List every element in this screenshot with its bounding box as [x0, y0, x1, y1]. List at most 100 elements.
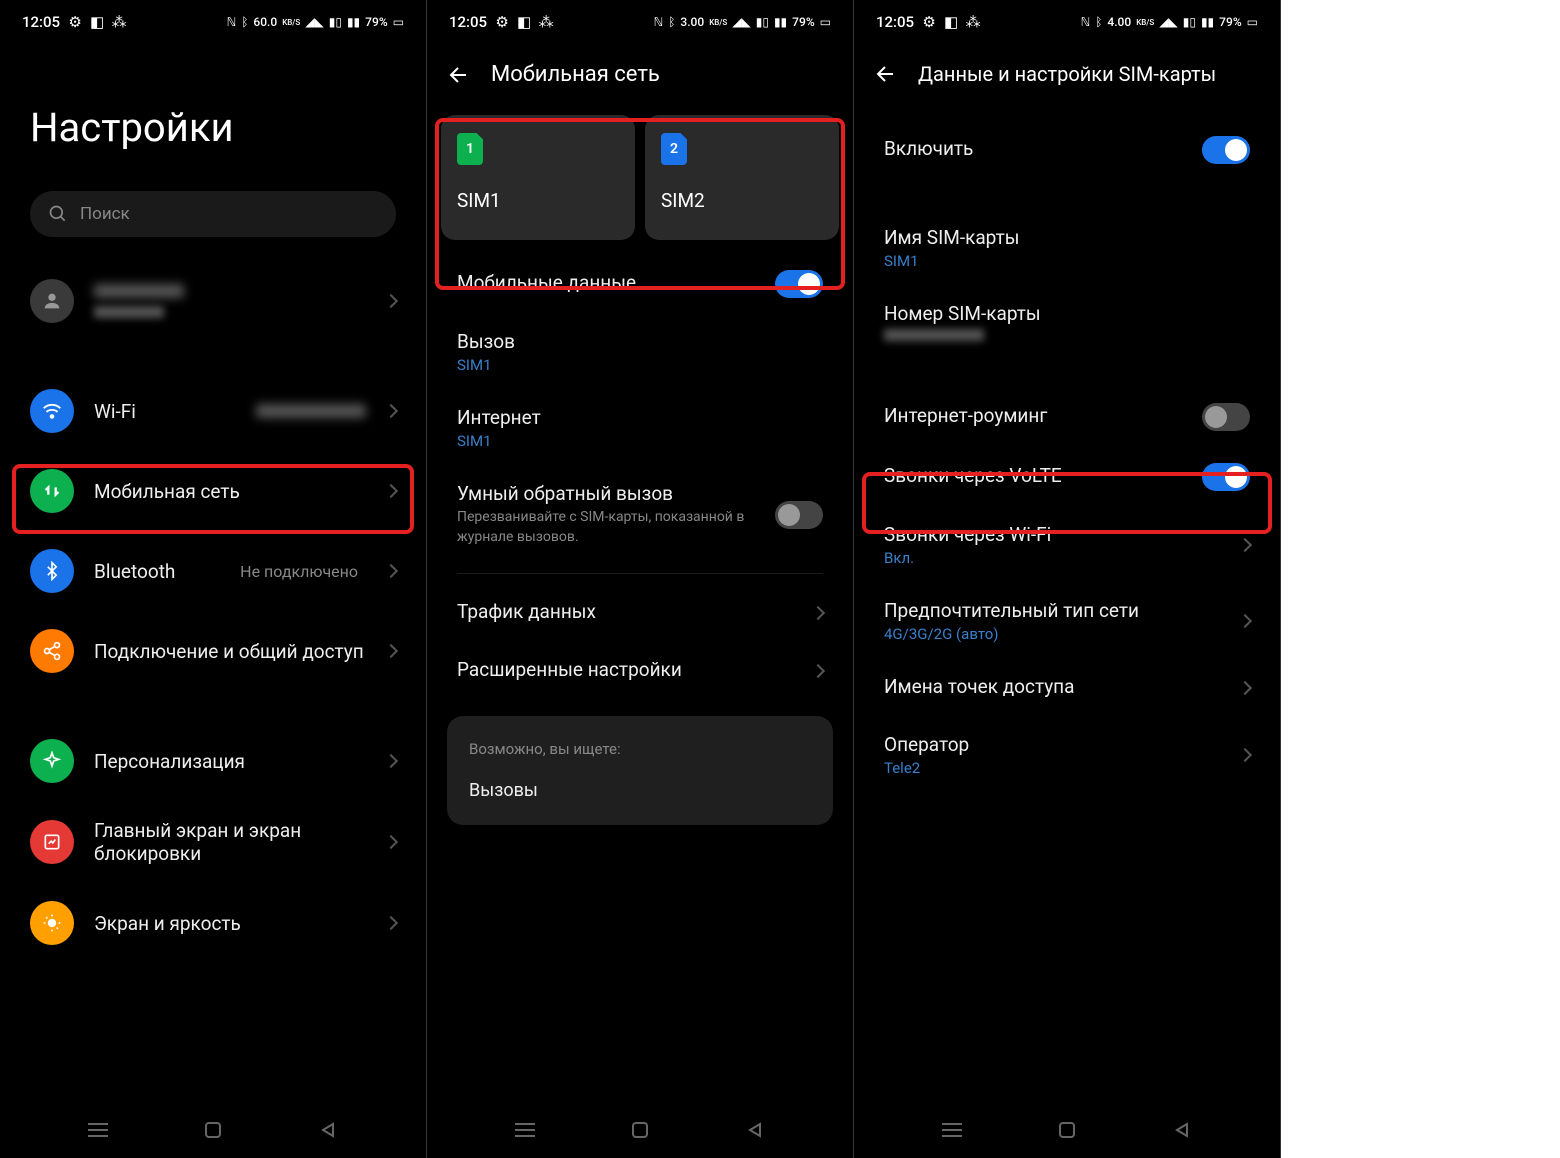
chevron-right-icon — [384, 835, 398, 849]
speed-value: 60.0 — [253, 15, 277, 29]
statusbar: 12:05 ⚙ ◧ ⁂ ℕ ᛒ 3.00 KB/S ◢◣ ▮▯ ▮▮ 79% ▭ — [427, 0, 853, 44]
chevron-right-icon — [384, 644, 398, 658]
search-placeholder: Поиск — [80, 204, 130, 224]
advanced-row[interactable]: Расширенные настройки — [427, 642, 853, 700]
home-label: Главный экран и экран блокировки — [94, 819, 366, 865]
personalization-row[interactable]: Персонализация — [0, 721, 426, 801]
account-row[interactable] — [0, 261, 426, 341]
mobile-data-row[interactable]: Мобильные данные — [427, 254, 853, 314]
network-type-label: Предпочтительный тип сети — [884, 599, 1224, 622]
navbar — [854, 1102, 1280, 1158]
sim-cards-row: 1 SIM1 2 SIM2 — [427, 115, 853, 240]
gear-icon: ⚙ — [495, 15, 509, 29]
sim-name-sub: SIM1 — [884, 252, 1250, 270]
brightness-icon — [30, 901, 74, 945]
traffic-row[interactable]: Трафик данных — [427, 584, 853, 642]
sim2-badge: 2 — [661, 133, 687, 165]
settings-screen: 12:05 ⚙ ◧ ⁂ ℕ ᛒ 60.0 KB/S ◢◣ ▮▯ ▮▮ 79% ▭… — [0, 0, 427, 1158]
volte-toggle[interactable] — [1202, 463, 1250, 491]
app-icon: ◧ — [517, 15, 531, 29]
back-button[interactable] — [314, 1116, 342, 1144]
home-button[interactable] — [199, 1116, 227, 1144]
signal-icon: ▮▮ — [1201, 15, 1214, 29]
smart-callback-row[interactable]: Умный обратный вызов Перезванивайте с SI… — [427, 466, 853, 563]
navbar — [0, 1102, 426, 1158]
display-label: Экран и яркость — [94, 912, 366, 935]
cluster-icon: ⁂ — [966, 15, 980, 29]
sim-number-row[interactable]: Номер SIM-карты — [854, 286, 1280, 357]
operator-row[interactable]: Оператор Tele2 — [854, 717, 1280, 793]
share-icon — [30, 629, 74, 673]
enable-toggle[interactable] — [1202, 136, 1250, 164]
recent-button[interactable] — [84, 1116, 112, 1144]
sim1-card[interactable]: 1 SIM1 — [441, 115, 635, 240]
connection-row[interactable]: Подключение и общий доступ — [0, 611, 426, 691]
home-screen-row[interactable]: Главный экран и экран блокировки — [0, 801, 426, 883]
status-time: 12:05 — [449, 13, 487, 31]
call-sub: SIM1 — [457, 356, 823, 374]
battery-pct: 79% — [365, 15, 387, 29]
navbar — [427, 1102, 853, 1158]
roaming-label: Интернет-роуминг — [884, 404, 1186, 427]
account-name-blur — [94, 284, 184, 298]
statusbar: 12:05 ⚙ ◧ ⁂ ℕ ᛒ 60.0 KB/S ◢◣ ▮▯ ▮▮ 79% ▭ — [0, 0, 426, 44]
bluetooth-label: Bluetooth — [94, 560, 220, 583]
sim2-name: SIM2 — [661, 189, 823, 212]
search-input[interactable]: Поиск — [30, 191, 396, 237]
network-type-row[interactable]: Предпочтительный тип сети 4G/3G/2G (авто… — [854, 583, 1280, 659]
sim-name-row[interactable]: Имя SIM-карты SIM1 — [854, 210, 1280, 286]
bluetooth-value: Не подключено — [240, 562, 358, 581]
mobile-data-toggle[interactable] — [775, 270, 823, 298]
home-icon — [30, 820, 74, 864]
roaming-row[interactable]: Интернет-роуминг — [854, 387, 1280, 447]
home-button[interactable] — [1053, 1116, 1081, 1144]
signal-icon: ▮▮ — [347, 15, 360, 29]
back-arrow[interactable] — [447, 63, 471, 87]
battery-pct: 79% — [792, 15, 814, 29]
signal-icon: ▮▯ — [329, 15, 342, 29]
display-row[interactable]: Экран и яркость — [0, 883, 426, 963]
call-label: Вызов — [457, 330, 823, 353]
roaming-toggle[interactable] — [1202, 403, 1250, 431]
wifi-value-blur — [256, 404, 366, 418]
wifi-row[interactable]: Wi-Fi — [0, 371, 426, 451]
mobile-label: Мобильная сеть — [94, 480, 366, 503]
battery-icon: ▭ — [1247, 15, 1258, 29]
home-button[interactable] — [626, 1116, 654, 1144]
suggest-card: Возможно, вы ищете: Вызовы — [447, 716, 833, 825]
sim-settings-screen: 12:05 ⚙ ◧ ⁂ ℕ ᛒ 4.00 KB/S ◢◣ ▮▯ ▮▮ 79% ▭… — [854, 0, 1281, 1158]
internet-row[interactable]: Интернет SIM1 — [427, 390, 853, 466]
sim1-name: SIM1 — [457, 189, 619, 212]
back-button[interactable] — [741, 1116, 769, 1144]
suggest-item[interactable]: Вызовы — [469, 780, 811, 801]
bluetooth-row[interactable]: Bluetooth Не подключено — [0, 531, 426, 611]
wifi-calls-row[interactable]: Звонки через Wi-Fi Вкл. — [854, 507, 1280, 583]
wifi-label: Wi-Fi — [94, 400, 236, 423]
page-title: Мобильная сеть — [491, 62, 660, 87]
enable-row[interactable]: Включить — [854, 110, 1280, 190]
chevron-right-icon — [1238, 681, 1252, 695]
volte-row[interactable]: Звонки через VoLTE — [854, 447, 1280, 507]
smart-callback-toggle[interactable] — [775, 501, 823, 529]
mobile-data-label: Мобильные данные — [457, 271, 759, 294]
page-title: Данные и настройки SIM-карты — [918, 62, 1216, 86]
call-row[interactable]: Вызов SIM1 — [427, 314, 853, 390]
bluetooth-icon: ᛒ — [1095, 15, 1102, 29]
back-arrow[interactable] — [874, 62, 898, 86]
recent-button[interactable] — [511, 1116, 539, 1144]
avatar-icon — [30, 279, 74, 323]
recent-button[interactable] — [938, 1116, 966, 1144]
smart-callback-label: Умный обратный вызов — [457, 482, 749, 505]
apn-row[interactable]: Имена точек доступа — [854, 659, 1280, 717]
signal-icon: ▮▮ — [774, 15, 787, 29]
sim-number-blur — [884, 329, 984, 341]
mobile-network-row[interactable]: Мобильная сеть — [0, 451, 426, 531]
chevron-right-icon — [1238, 538, 1252, 552]
sim2-card[interactable]: 2 SIM2 — [645, 115, 839, 240]
header: Мобильная сеть — [427, 44, 853, 111]
chevron-right-icon — [384, 916, 398, 930]
bluetooth-icon: ᛒ — [241, 15, 248, 29]
back-button[interactable] — [1168, 1116, 1196, 1144]
status-time: 12:05 — [876, 13, 914, 31]
speed-unit: KB/S — [1136, 18, 1154, 27]
